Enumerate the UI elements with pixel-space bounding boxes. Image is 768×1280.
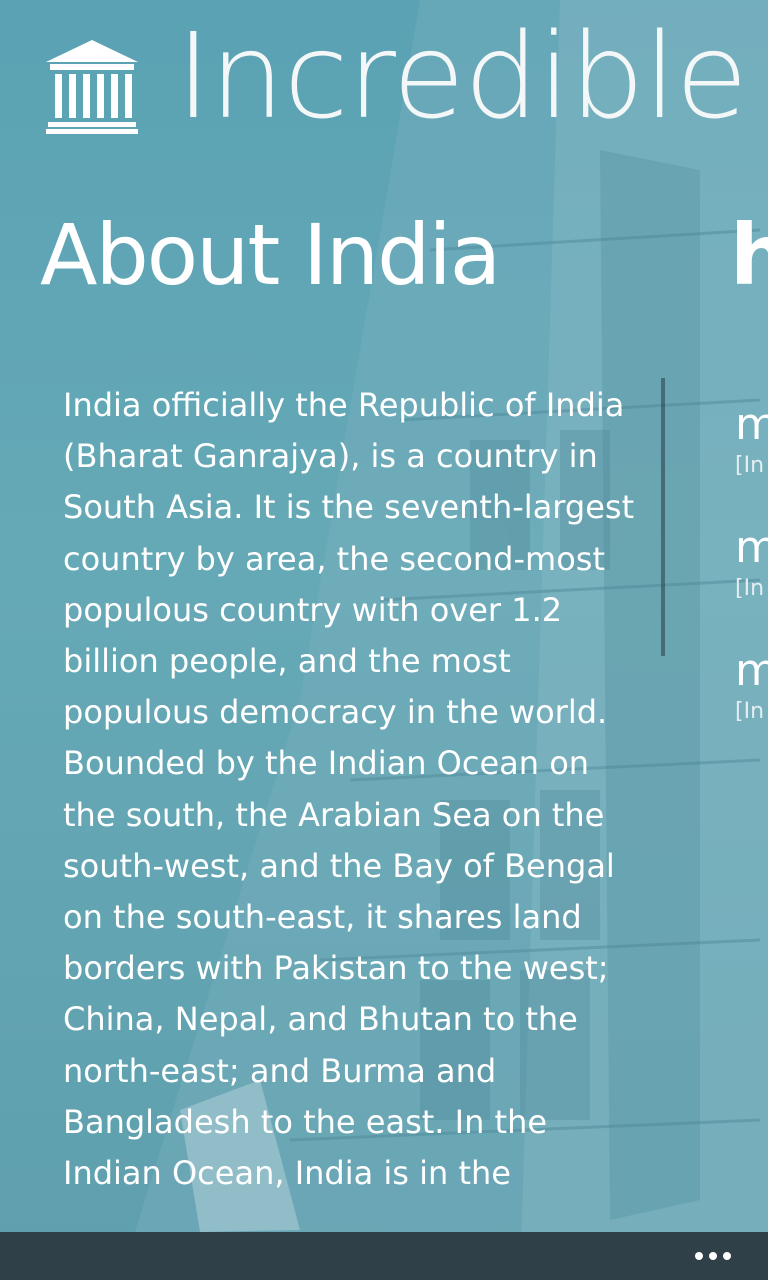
list-item-subtitle: [In [735, 453, 765, 478]
list-item-title: m [735, 645, 768, 696]
app-title: Incredible [176, 7, 748, 145]
more-dots-icon[interactable] [688, 1232, 738, 1280]
list-item-subtitle: [In [735, 576, 765, 601]
dot [709, 1252, 717, 1260]
next-pivot-list: m [In m [In m [In [735, 398, 768, 767]
dot [695, 1252, 703, 1260]
list-item-title: m [735, 522, 768, 573]
list-item-subtitle: [In [735, 699, 765, 724]
about-india-text: India officially the Republic of India (… [63, 386, 635, 1193]
dot [723, 1252, 731, 1260]
pivot-header-next-peek[interactable]: h [730, 200, 768, 310]
list-item-title: m [735, 399, 768, 450]
app-bar [0, 1232, 768, 1280]
pivot-header-about-india[interactable]: About India [40, 200, 501, 310]
list-item[interactable]: m [In [735, 644, 768, 767]
list-item[interactable]: m [In [735, 521, 768, 644]
scrollbar-thumb[interactable] [661, 378, 665, 656]
museum-icon [46, 40, 138, 134]
list-item[interactable]: m [In [735, 398, 768, 521]
